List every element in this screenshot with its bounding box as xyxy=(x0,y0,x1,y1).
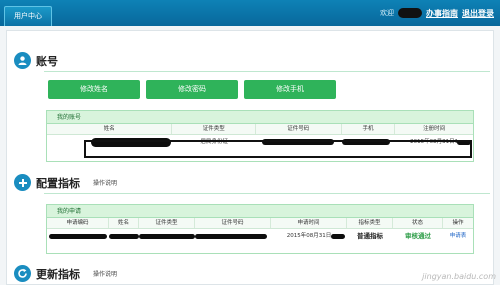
application-row: 2015年08月31日 普通指标 审核通过 申请表 xyxy=(47,229,473,243)
apply-time-redacted xyxy=(331,234,345,239)
config-divider xyxy=(44,193,490,194)
col-quota-type: 指标类型 xyxy=(347,218,393,228)
col-app-id-number: 证件号码 xyxy=(195,218,271,228)
user-icon xyxy=(14,52,31,69)
my-application-box: 我的申请 申请编码 姓名 证件类型 证件号码 申请时间 指标类型 状态 操作 2… xyxy=(46,204,474,254)
app-id-type-redacted xyxy=(139,234,195,239)
guide-link[interactable]: 办事指南 xyxy=(426,8,458,19)
cell-status: 审核通过 xyxy=(405,232,431,240)
config-section-header: 配置指标 操作说明 xyxy=(14,174,117,191)
account-title: 账号 xyxy=(36,54,58,68)
my-account-title: 我的账号 xyxy=(47,111,473,124)
col-app-name: 姓名 xyxy=(109,218,139,228)
config-title: 配置指标 xyxy=(36,176,80,190)
update-section-header: 更新指标 操作说明 xyxy=(14,265,117,282)
col-apply-code: 申请编码 xyxy=(47,218,109,228)
username-redacted xyxy=(398,8,422,18)
col-name: 姓名 xyxy=(47,124,173,134)
apply-code-redacted xyxy=(49,234,107,239)
plus-icon xyxy=(14,174,31,191)
cell-app-name xyxy=(109,229,139,243)
account-row-highlight xyxy=(84,140,472,158)
col-status: 状态 xyxy=(393,218,443,228)
cell-app-id-type xyxy=(139,229,195,243)
col-id-number: 证件号码 xyxy=(256,124,342,134)
welcome-text: 欢迎 xyxy=(380,9,394,17)
cell-quota-type: 普通指标 xyxy=(357,232,383,240)
app-id-number-redacted xyxy=(195,234,267,239)
my-application-title: 我的申请 xyxy=(47,205,473,218)
col-apply-time: 申请时间 xyxy=(271,218,347,228)
app-name-redacted xyxy=(109,234,139,239)
logout-link[interactable]: 退出登录 xyxy=(462,8,494,19)
watermark: jingyan.baidu.com xyxy=(422,272,496,281)
account-section-header: 账号 xyxy=(14,52,58,69)
col-register-time: 注册时间 xyxy=(423,126,446,132)
change-phone-button[interactable]: 修改手机 xyxy=(244,80,336,99)
application-table-header: 申请编码 姓名 证件类型 证件号码 申请时间 指标类型 状态 操作 xyxy=(47,218,473,229)
application-form-link[interactable]: 申请表 xyxy=(443,229,473,243)
refresh-icon xyxy=(14,265,31,282)
col-phone: 手机 xyxy=(342,124,396,134)
account-divider xyxy=(44,71,490,72)
edit-name-button[interactable]: 修改姓名 xyxy=(48,80,140,99)
update-help-link[interactable]: 操作说明 xyxy=(93,269,117,278)
cell-apply-code xyxy=(47,229,109,243)
user-center-tab[interactable]: 用户中心 xyxy=(4,6,52,26)
cell-apply-time: 2015年08月31日 xyxy=(271,229,347,243)
update-title: 更新指标 xyxy=(36,267,80,281)
top-bar: 用户中心 欢迎 办事指南 退出登录 xyxy=(0,0,500,26)
change-password-button[interactable]: 修改密码 xyxy=(146,80,238,99)
config-help-link[interactable]: 操作说明 xyxy=(93,178,117,187)
apply-time-text: 2015年08月31日 xyxy=(286,233,332,239)
top-bar-right: 欢迎 办事指南 退出登录 xyxy=(380,6,494,20)
col-app-id-type: 证件类型 xyxy=(139,218,195,228)
cell-app-id-number xyxy=(195,229,271,243)
account-table-header: 姓名 证件类型 证件号码 手机 注册时间 xyxy=(47,124,473,135)
col-id-type: 证件类型 xyxy=(172,124,257,134)
col-action: 操作 xyxy=(452,220,464,226)
